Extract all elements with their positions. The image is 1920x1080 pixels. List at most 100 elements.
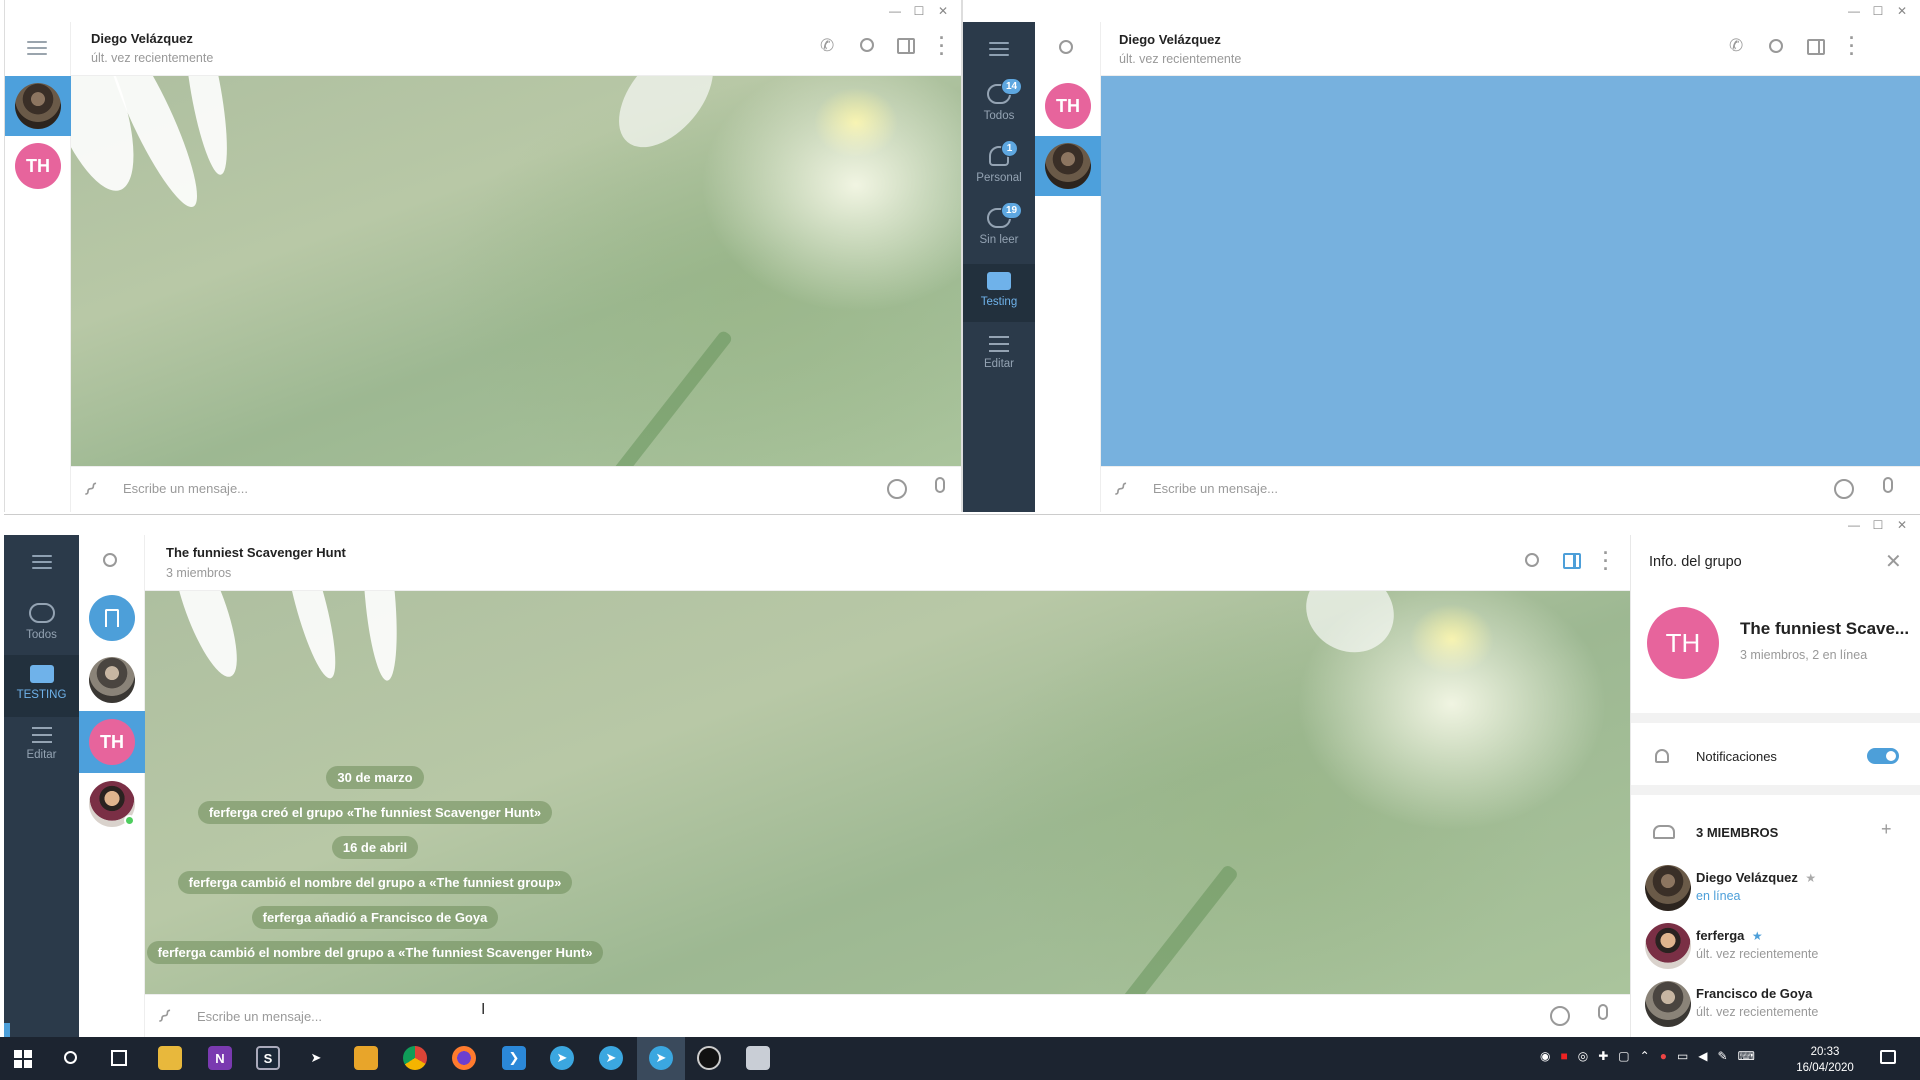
telegram-icon-active[interactable]: ➤ [649, 1046, 673, 1070]
folder-todos[interactable]: Todos [4, 603, 79, 641]
search-icon[interactable] [1769, 39, 1783, 53]
folder-sin-leer[interactable]: Sin leer 19 [963, 202, 1035, 246]
chat-item-saved[interactable] [79, 587, 145, 649]
onenote-icon[interactable]: N [208, 1046, 232, 1070]
task-view-icon[interactable] [111, 1050, 127, 1066]
microphone-icon[interactable] [1598, 1004, 1608, 1020]
chat-title[interactable]: Diego Velázquez [1119, 32, 1221, 47]
maximize-icon[interactable]: ☐ [1866, 3, 1890, 19]
search-icon[interactable] [64, 1051, 77, 1064]
folder-editar[interactable]: Editar [963, 336, 1035, 370]
call-icon[interactable]: ✆ [1729, 36, 1743, 56]
menu-button[interactable] [32, 555, 52, 569]
maximize-icon[interactable]: ☐ [907, 3, 931, 19]
menu-button[interactable] [27, 41, 47, 55]
minimize-icon[interactable]: — [1842, 3, 1866, 19]
sidebar-toggle-icon[interactable] [1807, 39, 1825, 55]
volume-icon[interactable]: ◀ [1698, 1049, 1707, 1063]
chrome-icon[interactable] [403, 1046, 427, 1070]
message-composer: ⌇ Escribe un mensaje... [71, 466, 961, 512]
chat-item-group-selected[interactable]: TH [79, 711, 145, 773]
close-icon[interactable]: ✕ [1890, 517, 1914, 533]
close-icon[interactable]: ✕ [1890, 3, 1914, 19]
group-info-panel: Info. del grupo ✕ TH The funniest Scave.… [1630, 535, 1920, 1037]
vscode-icon[interactable]: ❯ [502, 1046, 526, 1070]
firefox-icon[interactable] [452, 1046, 476, 1070]
app-icon[interactable] [354, 1046, 378, 1070]
message-input[interactable]: Escribe un mensaje... [197, 1009, 322, 1024]
member-item-goya[interactable]: Francisco de Goya últ. vez recientemente [1631, 977, 1920, 1035]
start-button[interactable] [14, 1050, 32, 1068]
chat-title[interactable]: The funniest Scavenger Hunt [166, 545, 346, 560]
folder-todos[interactable]: Todos 14 [963, 78, 1035, 122]
tray-app-icon[interactable]: ◉ [1540, 1049, 1550, 1063]
tray-app-icon[interactable]: ■ [1560, 1049, 1567, 1063]
search-icon[interactable] [1525, 553, 1539, 567]
chat-item-ferferga[interactable] [79, 773, 145, 835]
notifications-icon[interactable] [1880, 1050, 1896, 1064]
close-icon[interactable]: ✕ [931, 3, 955, 19]
microphone-icon[interactable] [935, 477, 945, 493]
message-input[interactable]: Escribe un mensaje... [123, 481, 248, 496]
more-vertical-icon[interactable]: · · · [939, 29, 945, 63]
member-item-diego[interactable]: Diego Velázquez ★ en línea [1631, 861, 1920, 919]
chat-item-group[interactable]: TH [5, 136, 71, 196]
sidebar-toggle-icon[interactable] [897, 38, 915, 54]
menu-button[interactable] [989, 42, 1009, 56]
folder-personal[interactable]: Personal 1 [963, 140, 1035, 184]
message-composer: ⌇ Escribe un mensaje... I [145, 994, 1630, 1037]
maximize-icon[interactable]: ☐ [1866, 517, 1890, 533]
telegram-icon[interactable]: ➤ [304, 1046, 328, 1070]
emoji-icon[interactable] [887, 479, 907, 499]
add-member-icon[interactable]: + [1881, 819, 1892, 840]
folder-testing[interactable]: TESTING [4, 665, 79, 701]
chat-title[interactable]: Diego Velázquez [91, 31, 193, 46]
call-icon[interactable]: ✆ [820, 36, 834, 56]
network-icon[interactable]: ▭ [1677, 1049, 1688, 1063]
member-item-ferferga[interactable]: ferferga ★ últ. vez recientemente [1631, 919, 1920, 977]
tray-chevron-icon[interactable]: ⌃ [1640, 1049, 1650, 1063]
group-avatar[interactable]: TH [1647, 607, 1719, 679]
chat-status: últ. vez recientemente [1119, 52, 1242, 66]
chat-item-group[interactable]: TH [1035, 76, 1101, 136]
tray-steam-icon[interactable]: ◎ [1578, 1049, 1588, 1063]
chat-item-diego-selected[interactable] [1035, 136, 1101, 196]
minimize-icon[interactable]: — [883, 3, 907, 19]
folder-editar[interactable]: Editar [4, 727, 79, 761]
telegram-icon[interactable]: ➤ [599, 1046, 623, 1070]
search-icon[interactable] [1059, 40, 1073, 54]
pen-icon[interactable]: ✎ [1718, 1049, 1728, 1063]
folder-icon [987, 272, 1011, 290]
attach-icon[interactable]: ⌇ [152, 1004, 177, 1029]
member-name: Diego Velázquez [1696, 870, 1798, 885]
notifications-toggle[interactable] [1867, 748, 1899, 764]
attach-icon[interactable]: ⌇ [1108, 477, 1133, 502]
folder-label: TESTING [16, 689, 67, 701]
sidebar-toggle-icon-active[interactable] [1563, 553, 1581, 569]
chat-item-diego[interactable] [79, 649, 145, 711]
obs-icon[interactable] [697, 1046, 721, 1070]
minimize-icon[interactable]: — [1842, 517, 1866, 533]
steam-icon[interactable]: S [256, 1046, 280, 1070]
folder-testing[interactable]: Testing [963, 272, 1035, 308]
tray-app-icon[interactable]: ● [1660, 1049, 1667, 1063]
tray-app-icon[interactable]: ✚ [1598, 1049, 1608, 1063]
clock[interactable]: 20:33 16/04/2020 [1790, 1044, 1860, 1076]
emoji-icon[interactable] [1834, 479, 1854, 499]
app-icon[interactable] [746, 1046, 770, 1070]
more-vertical-icon[interactable]: · · · [1849, 29, 1855, 63]
attach-icon[interactable]: ⌇ [78, 477, 103, 502]
search-icon[interactable] [860, 38, 874, 52]
message-input[interactable]: Escribe un mensaje... [1153, 481, 1278, 496]
keyboard-icon[interactable]: ⌨ [1738, 1049, 1755, 1063]
more-vertical-icon[interactable]: · · · [1603, 544, 1609, 578]
resize-indicator [4, 1023, 10, 1037]
close-panel-icon[interactable]: ✕ [1885, 549, 1902, 574]
file-explorer-icon[interactable] [158, 1046, 182, 1070]
search-icon[interactable] [103, 553, 117, 567]
microphone-icon[interactable] [1883, 477, 1893, 493]
emoji-icon[interactable] [1550, 1006, 1570, 1026]
tray-app-icon[interactable]: ▢ [1618, 1049, 1629, 1063]
chat-item-diego-selected[interactable] [5, 76, 71, 136]
telegram-icon[interactable]: ➤ [550, 1046, 574, 1070]
